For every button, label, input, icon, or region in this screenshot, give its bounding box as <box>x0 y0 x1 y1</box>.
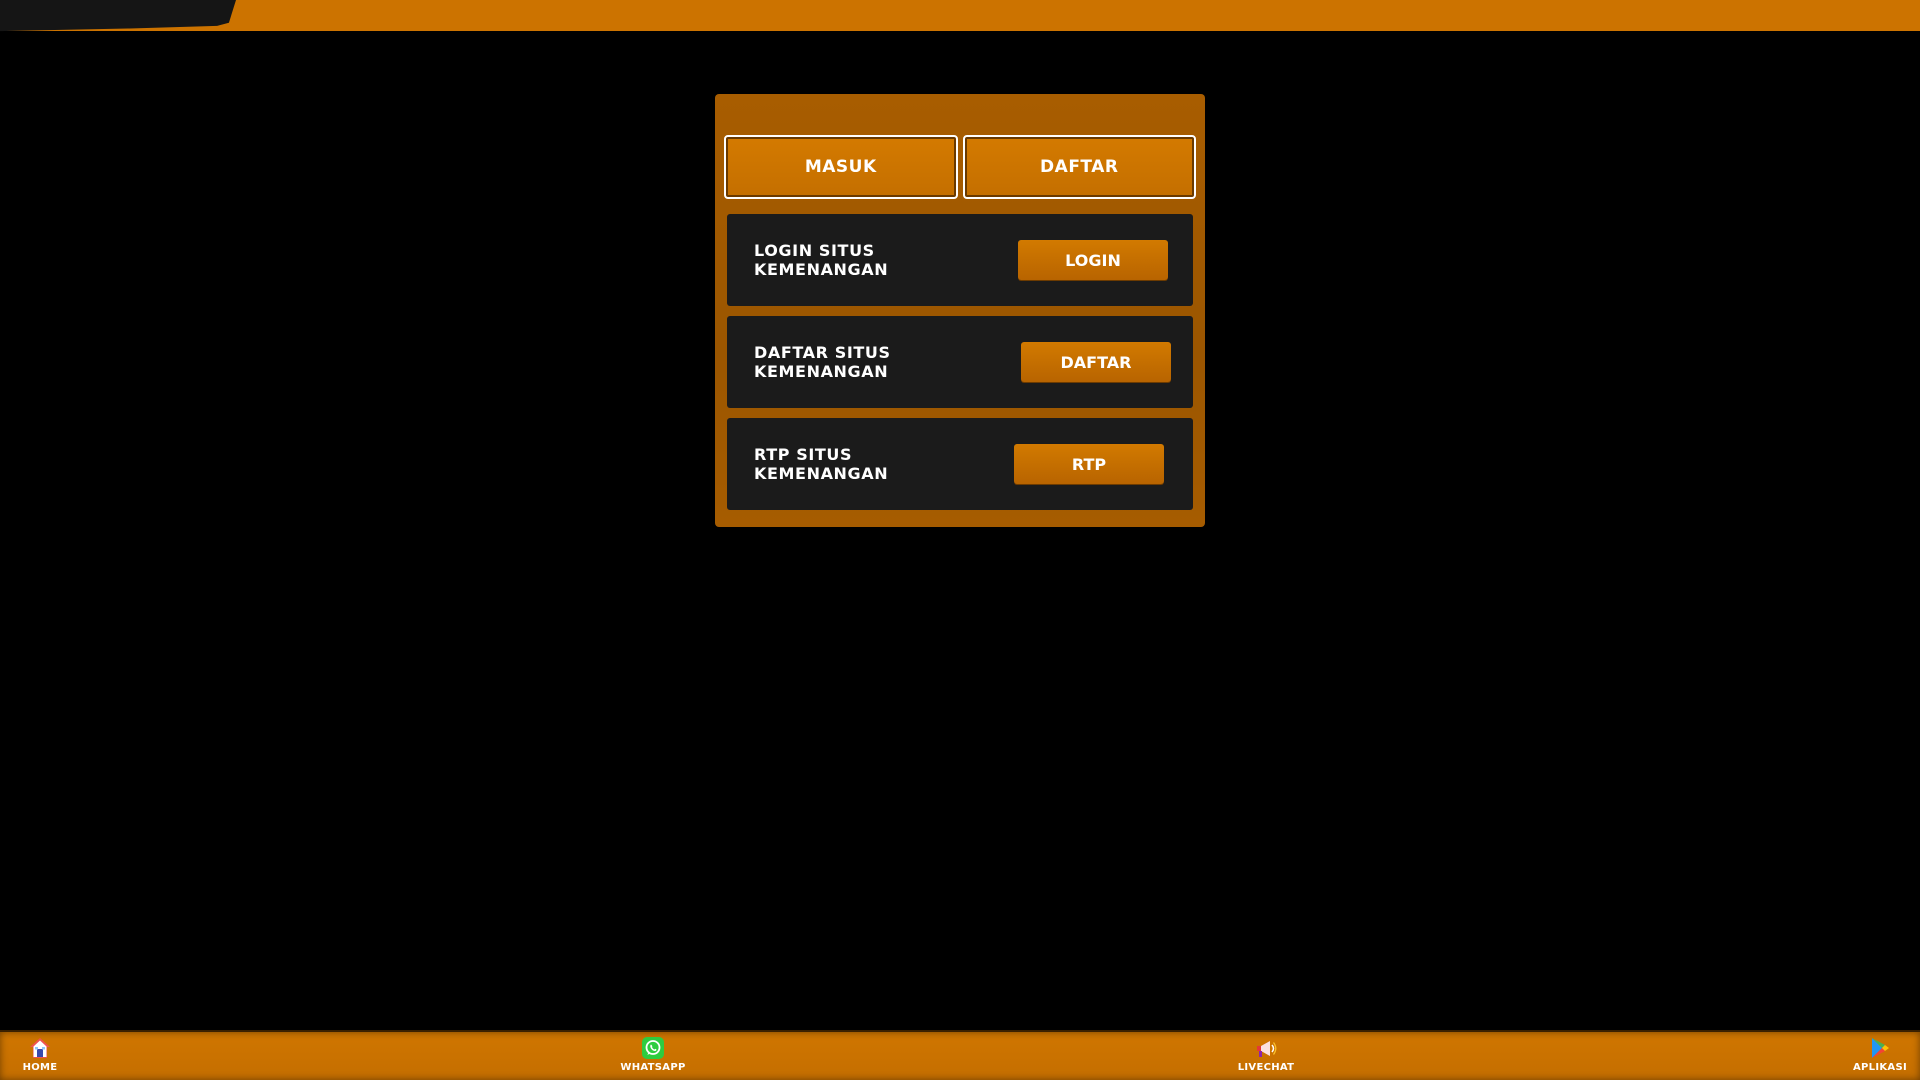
main-panel: MASUK DAFTAR LOGIN SITUS KEMENANGAN LOGI… <box>715 94 1205 527</box>
nav-aplikasi-label: APLIKASI <box>1853 1062 1907 1073</box>
rtp-button[interactable]: RTP <box>1014 444 1164 484</box>
tab-row: MASUK DAFTAR <box>724 135 1196 199</box>
top-bar <box>0 0 1920 31</box>
nav-home-label: HOME <box>22 1062 58 1073</box>
play-store-icon <box>1868 1036 1892 1060</box>
masuk-button[interactable]: MASUK <box>724 135 958 199</box>
daftar-card-title: DAFTAR SITUS KEMENANGAN <box>754 343 891 381</box>
daftar-card: DAFTAR SITUS KEMENANGAN DAFTAR <box>727 316 1193 408</box>
nav-livechat-label: LIVECHAT <box>1237 1062 1295 1073</box>
logo-area[interactable] <box>0 0 236 32</box>
nav-whatsapp-label: WHATSAPP <box>620 1062 686 1073</box>
login-button[interactable]: LOGIN <box>1018 240 1168 280</box>
nav-whatsapp[interactable]: WHATSAPP <box>613 1036 693 1080</box>
home-icon <box>28 1036 52 1060</box>
login-card-title: LOGIN SITUS KEMENANGAN <box>754 241 889 279</box>
megaphone-icon <box>1254 1036 1278 1060</box>
login-card: LOGIN SITUS KEMENANGAN LOGIN <box>727 214 1193 306</box>
nav-livechat[interactable]: LIVECHAT <box>1226 1036 1306 1080</box>
daftar-tab-button[interactable]: DAFTAR <box>962 135 1196 199</box>
nav-aplikasi[interactable]: APLIKASI <box>1840 1036 1920 1080</box>
rtp-card: RTP SITUS KEMENANGAN RTP <box>727 418 1193 510</box>
nav-home[interactable]: HOME <box>0 1036 80 1080</box>
daftar-button[interactable]: DAFTAR <box>1021 342 1171 382</box>
rtp-card-title: RTP SITUS KEMENANGAN <box>754 445 889 483</box>
bottom-nav: HOME WHATSAPP LIVECHAT APLIKASI <box>0 1030 1920 1080</box>
whatsapp-icon <box>641 1036 665 1060</box>
